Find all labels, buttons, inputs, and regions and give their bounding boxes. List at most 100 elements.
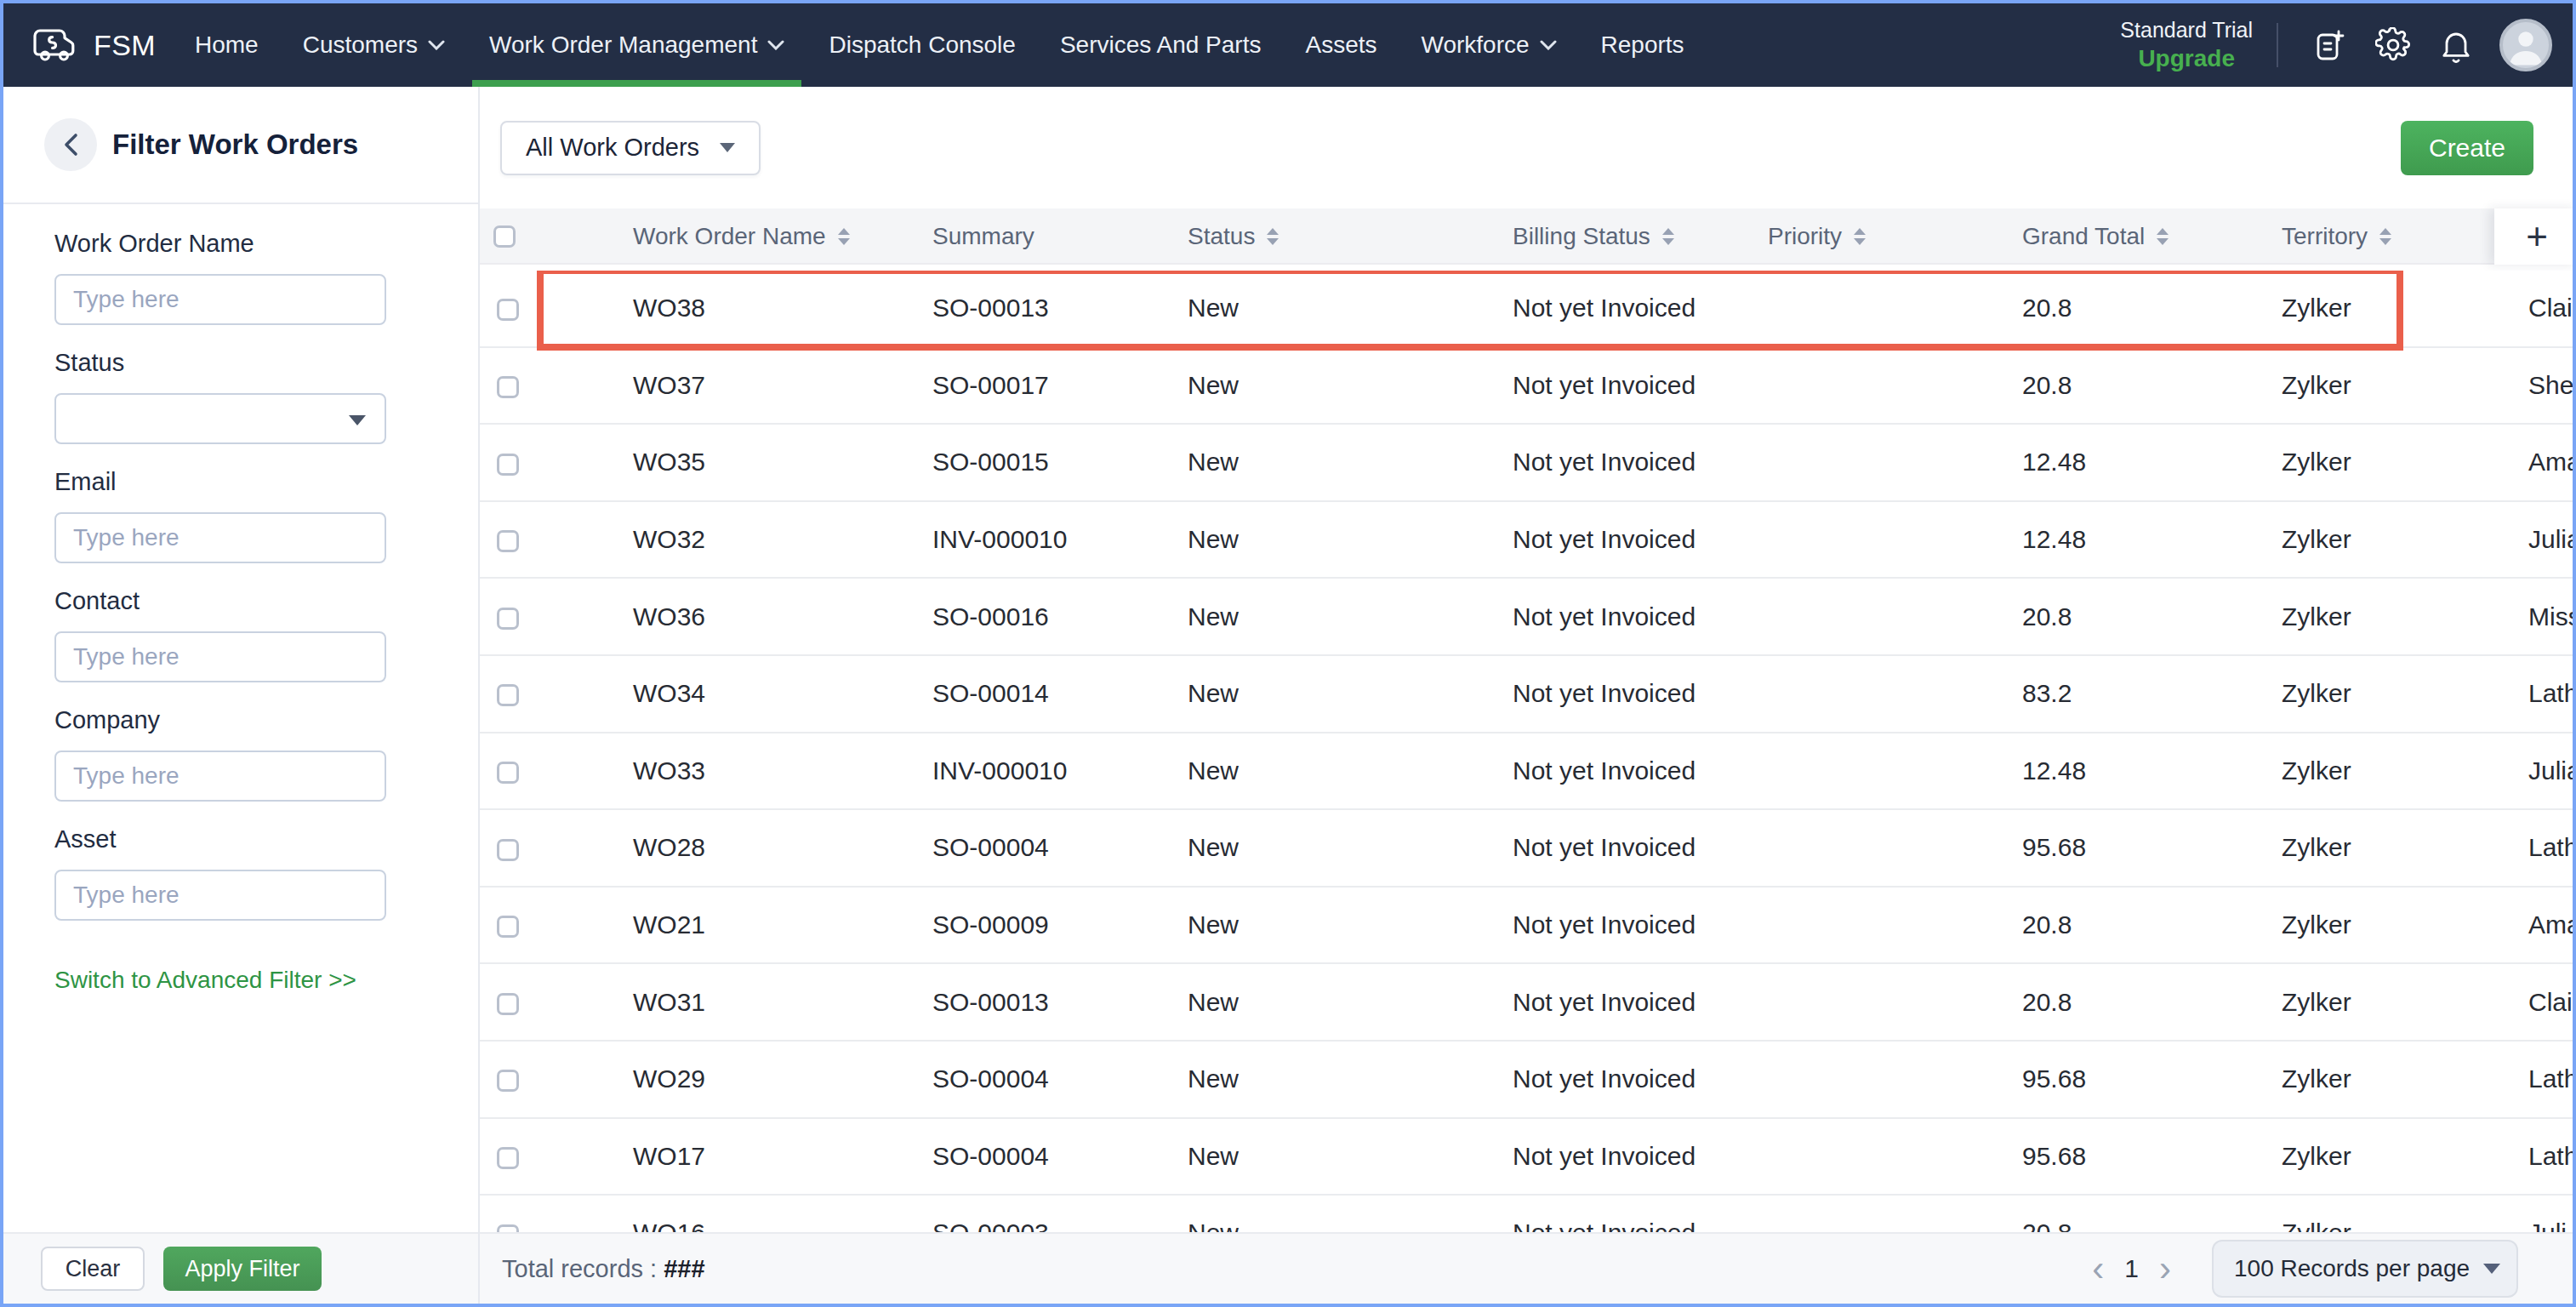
field-input[interactable] <box>54 751 386 802</box>
cell-billing-status: Not yet Invoiced <box>1496 756 1751 785</box>
prev-page-icon[interactable]: ‹ <box>2092 1251 2104 1287</box>
select-all-checkbox[interactable] <box>493 225 516 248</box>
nav-item[interactable]: Customers <box>284 3 464 87</box>
table-row[interactable]: WO32 INV-000010 New Not yet Invoiced 12.… <box>480 502 2573 579</box>
nav-item[interactable]: Workforce <box>1402 3 1575 87</box>
nav-item[interactable]: Dispatch Console <box>810 3 1034 87</box>
filter-sidebar: Filter Work Orders Work Order Name Statu… <box>3 87 480 1304</box>
field-select[interactable] <box>54 393 386 444</box>
cell-status: New <box>1171 448 1496 477</box>
table-row[interactable]: WO28 SO-00004 New Not yet Invoiced 95.68… <box>480 810 2573 888</box>
upgrade-link[interactable]: Upgrade <box>2120 43 2253 73</box>
table-row[interactable]: WO29 SO-00004 New Not yet Invoiced 95.68… <box>480 1042 2573 1119</box>
advanced-filter-link[interactable]: Switch to Advanced Filter >> <box>54 967 356 994</box>
cell-contact: Shel <box>2494 371 2573 400</box>
caret-down-icon <box>349 415 366 425</box>
field-label: Status <box>54 345 427 380</box>
cell-grand-total: 95.68 <box>2005 1142 2265 1171</box>
field-input[interactable] <box>54 870 386 921</box>
back-button[interactable] <box>44 118 97 171</box>
filter-field: Status <box>54 345 427 444</box>
notifications-bell-icon[interactable] <box>2425 27 2488 63</box>
field-input[interactable] <box>54 631 386 682</box>
field-input[interactable] <box>54 512 386 563</box>
cell-territory: Zylker <box>2265 294 2494 322</box>
filter-field: Email <box>54 465 427 563</box>
row-checkbox[interactable] <box>497 454 519 476</box>
row-checkbox[interactable] <box>497 762 519 784</box>
cell-summary: SO-00009 <box>915 910 1171 939</box>
cell-work-order-name: WO32 <box>616 525 915 554</box>
table-row[interactable]: WO35 SO-00015 New Not yet Invoiced 12.48… <box>480 425 2573 502</box>
apply-filter-button[interactable]: Apply Filter <box>163 1247 322 1291</box>
view-selector-button[interactable]: All Work Orders <box>500 121 761 175</box>
sort-icon <box>1854 228 1866 245</box>
user-avatar[interactable] <box>2499 19 2552 71</box>
cell-summary: SO-00004 <box>915 833 1171 862</box>
row-checkbox[interactable] <box>497 916 519 938</box>
row-checkbox[interactable] <box>497 1070 519 1092</box>
records-per-page-dropdown[interactable]: 100 Records per page <box>2212 1240 2518 1298</box>
cell-status: New <box>1171 910 1496 939</box>
table-row[interactable]: WO38 SO-00013 New Not yet Invoiced 20.8 … <box>480 271 2573 348</box>
table-row[interactable]: WO34 SO-00014 New Not yet Invoiced 83.2 … <box>480 656 2573 733</box>
cell-contact: Julia <box>2494 756 2573 785</box>
cell-work-order-name: WO29 <box>616 1064 915 1093</box>
cell-work-order-name: WO37 <box>616 371 915 400</box>
cell-status: New <box>1171 294 1496 322</box>
clear-button[interactable]: Clear <box>41 1247 145 1291</box>
quick-create-icon[interactable] <box>2299 28 2362 62</box>
cell-territory: Zylker <box>2265 525 2494 554</box>
table-row[interactable]: WO33 INV-000010 New Not yet Invoiced 12.… <box>480 733 2573 811</box>
row-checkbox[interactable] <box>497 530 519 552</box>
next-page-icon[interactable]: › <box>2159 1251 2171 1287</box>
cell-contact: Clai <box>2494 294 2573 322</box>
nav-item[interactable]: Reports <box>1582 3 1703 87</box>
cell-billing-status: Not yet Invoiced <box>1496 602 1751 631</box>
nav-item[interactable]: Home <box>176 3 277 87</box>
table-row[interactable]: WO37 SO-00017 New Not yet Invoiced 20.8 … <box>480 348 2573 425</box>
nav-item[interactable]: Services And Parts <box>1041 3 1280 87</box>
sort-icon <box>2157 228 2169 245</box>
row-checkbox[interactable] <box>497 993 519 1015</box>
cell-work-order-name: WO31 <box>616 988 915 1017</box>
row-checkbox[interactable] <box>497 299 519 321</box>
cell-contact: Lath <box>2494 679 2573 708</box>
table-body: WO38 SO-00013 New Not yet Invoiced 20.8 … <box>480 271 2573 1304</box>
row-checkbox[interactable] <box>497 376 519 398</box>
table-row[interactable]: WO17 SO-00004 New Not yet Invoiced 95.68… <box>480 1119 2573 1196</box>
nav-item[interactable]: Assets <box>1286 3 1395 87</box>
cell-contact: Lath <box>2494 1064 2573 1093</box>
cell-work-order-name: WO35 <box>616 448 915 477</box>
column-header-billing-status[interactable]: Billing Status <box>1496 223 1751 250</box>
row-checkbox[interactable] <box>497 839 519 861</box>
table-row[interactable]: WO21 SO-00009 New Not yet Invoiced 20.8 … <box>480 888 2573 965</box>
cell-summary: SO-00014 <box>915 679 1171 708</box>
create-button[interactable]: Create <box>2401 121 2533 175</box>
trial-label: Standard Trial <box>2120 17 2253 43</box>
add-column-button[interactable]: + <box>2494 208 2576 265</box>
row-checkbox[interactable] <box>497 684 519 706</box>
table-row[interactable]: WO31 SO-00013 New Not yet Invoiced 20.8 … <box>480 964 2573 1042</box>
column-header-summary[interactable]: Summary <box>915 223 1171 250</box>
brand[interactable]: FSM <box>3 3 176 87</box>
column-header-priority[interactable]: Priority <box>1751 223 2005 250</box>
table-header: Work Order Name Summary Status Billing S… <box>480 208 2573 265</box>
field-input[interactable] <box>54 274 386 325</box>
sidebar-footer: Clear Apply Filter <box>3 1232 478 1304</box>
cell-work-order-name: WO34 <box>616 679 915 708</box>
column-header-grand-total[interactable]: Grand Total <box>2005 223 2265 250</box>
settings-gear-icon[interactable] <box>2362 27 2425 63</box>
column-header-status[interactable]: Status <box>1171 223 1496 250</box>
column-header-work-order-name[interactable]: Work Order Name <box>616 223 915 250</box>
nav-item[interactable]: Work Order Management <box>470 3 803 87</box>
sort-icon <box>2379 228 2391 245</box>
row-checkbox[interactable] <box>497 1147 519 1169</box>
cell-status: New <box>1171 679 1496 708</box>
cell-territory: Zylker <box>2265 833 2494 862</box>
cell-grand-total: 95.68 <box>2005 1064 2265 1093</box>
table-row[interactable]: WO36 SO-00016 New Not yet Invoiced 20.8 … <box>480 579 2573 656</box>
current-page: 1 <box>2124 1254 2139 1283</box>
column-header-territory[interactable]: Territory <box>2265 223 2494 250</box>
row-checkbox[interactable] <box>497 608 519 630</box>
